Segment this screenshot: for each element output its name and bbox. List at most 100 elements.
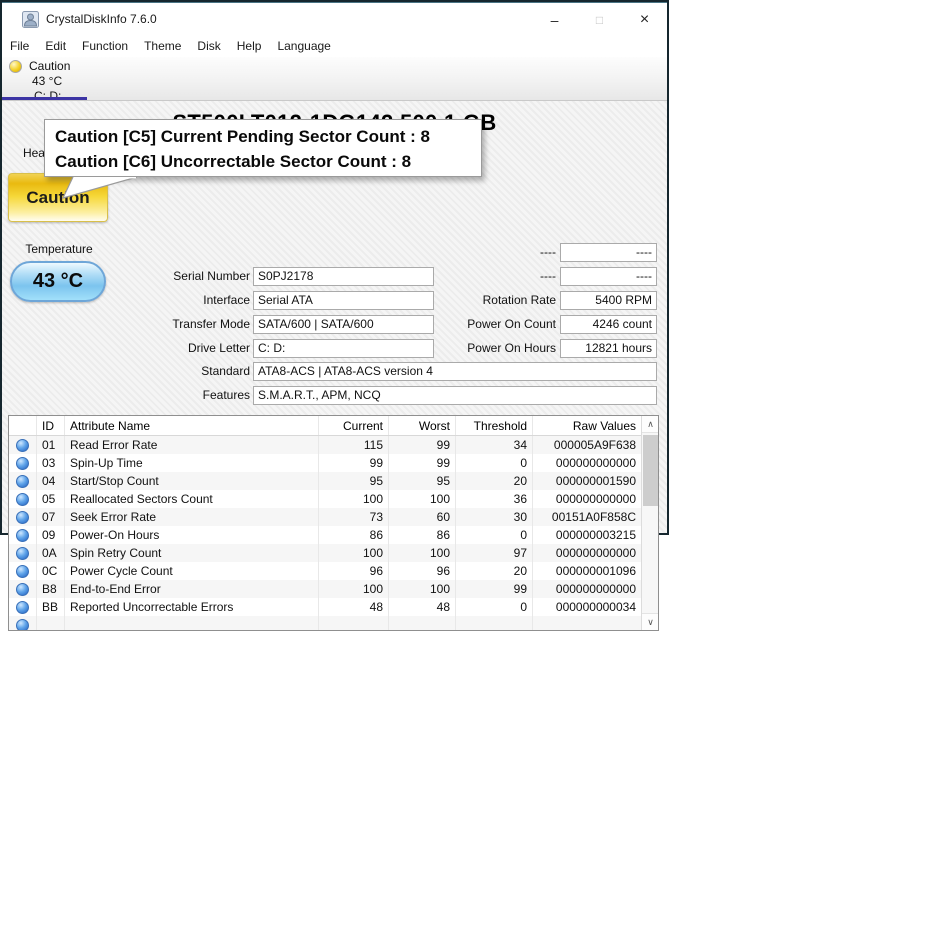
id-column-header: ID [37, 416, 65, 435]
attribute-threshold: 36 [456, 490, 533, 508]
raw-values-column-header: Raw Values [533, 416, 641, 435]
scrollbar-thumb[interactable] [643, 435, 658, 506]
attribute-threshold: 0 [456, 598, 533, 616]
attribute-current: 73 [319, 508, 389, 526]
status-cell [9, 436, 37, 454]
attribute-raw: 000000000034 [533, 598, 641, 616]
table-row[interactable]: 07 Seek Error Rate 73 60 30 00151A0F858C [9, 508, 641, 526]
minimize-button[interactable]: – [532, 12, 577, 28]
maximize-button[interactable]: □ [577, 13, 622, 27]
status-orb-icon [16, 619, 29, 631]
attribute-current: 99 [319, 454, 389, 472]
table-row[interactable]: 0C Power Cycle Count 96 96 20 0000000010… [9, 562, 641, 580]
table-scrollbar[interactable]: ∧ ∨ [641, 416, 658, 630]
status-cell [9, 526, 37, 544]
table-row[interactable]: B8 End-to-End Error 100 100 99 000000000… [9, 580, 641, 598]
status-cell [9, 508, 37, 526]
interface-label: Interface [102, 291, 250, 310]
drive-temperature-text: 43 °C [32, 74, 62, 88]
menu-edit[interactable]: Edit [45, 37, 74, 55]
tooltip-line-2: Caution [C6] Uncorrectable Sector Count … [55, 149, 471, 174]
attribute-worst: 100 [389, 490, 456, 508]
power-on-hours-label: Power On Hours [432, 339, 556, 358]
scroll-down-icon[interactable]: ∨ [642, 613, 659, 630]
attribute-raw: 00151A0F858C [533, 508, 641, 526]
attribute-worst [389, 616, 456, 630]
attribute-threshold: 20 [456, 472, 533, 490]
attribute-raw: 000005A9F638 [533, 436, 641, 454]
attribute-threshold: 99 [456, 580, 533, 598]
dash-row-2-label: ---- [432, 267, 556, 286]
attribute-threshold: 34 [456, 436, 533, 454]
menu-function[interactable]: Function [82, 37, 136, 55]
desktop: CrystalDiskInfo 7.6.0 – □ × File Edit Fu… [0, 0, 951, 951]
close-button[interactable]: × [622, 11, 667, 29]
attribute-current: 86 [319, 526, 389, 544]
dash-row-2-value: ---- [560, 267, 657, 286]
scroll-up-icon[interactable]: ∧ [642, 416, 659, 433]
features-label: Features [102, 386, 250, 405]
table-row[interactable]: 01 Read Error Rate 115 99 34 000005A9F63… [9, 436, 641, 454]
features-value: S.M.A.R.T., APM, NCQ [253, 386, 657, 405]
attribute-threshold [456, 616, 533, 630]
status-orb-icon [16, 439, 29, 452]
attribute-raw: 000000001096 [533, 562, 641, 580]
attribute-raw: 000000000000 [533, 454, 641, 472]
attribute-current: 100 [319, 580, 389, 598]
table-row[interactable]: 0A Spin Retry Count 100 100 97 000000000… [9, 544, 641, 562]
crystaldiskinfo-window: CrystalDiskInfo 7.6.0 – □ × File Edit Fu… [0, 0, 669, 535]
status-cell [9, 598, 37, 616]
attribute-id: 01 [37, 436, 65, 454]
attribute-current: 100 [319, 544, 389, 562]
attribute-raw: 000000000000 [533, 490, 641, 508]
attribute-name: Power-On Hours [65, 526, 319, 544]
attribute-threshold: 30 [456, 508, 533, 526]
attribute-current [319, 616, 389, 630]
status-orb-icon [16, 475, 29, 488]
menu-help[interactable]: Help [237, 37, 270, 55]
attribute-id: 05 [37, 490, 65, 508]
attribute-id: 04 [37, 472, 65, 490]
table-row[interactable]: 03 Spin-Up Time 99 99 0 000000000000 [9, 454, 641, 472]
tooltip-line-1: Caution [C5] Current Pending Sector Coun… [55, 124, 471, 149]
rotation-rate-value: 5400 RPM [560, 291, 657, 310]
power-on-count-value: 4246 count [560, 315, 657, 334]
menu-file[interactable]: File [10, 37, 37, 55]
menu-language[interactable]: Language [277, 37, 338, 55]
attribute-id: 03 [37, 454, 65, 472]
menu-theme[interactable]: Theme [144, 37, 189, 55]
table-row[interactable]: 04 Start/Stop Count 95 95 20 00000000159… [9, 472, 641, 490]
table-row[interactable]: 09 Power-On Hours 86 86 0 000000003215 [9, 526, 641, 544]
serial-number-label: Serial Number [102, 267, 250, 286]
status-cell [9, 490, 37, 508]
attribute-id: 07 [37, 508, 65, 526]
temperature-button[interactable]: 43 °C [10, 261, 106, 302]
attribute-worst: 86 [389, 526, 456, 544]
drive-selected-indicator [2, 97, 87, 100]
window-title: CrystalDiskInfo 7.6.0 [46, 12, 157, 26]
attribute-current: 96 [319, 562, 389, 580]
tooltip-tail [57, 177, 147, 199]
status-orb-icon [16, 547, 29, 560]
attribute-id: 0A [37, 544, 65, 562]
worst-column-header: Worst [389, 416, 456, 435]
attribute-name [65, 616, 319, 630]
status-orb-icon [16, 583, 29, 596]
rotation-rate-label: Rotation Rate [432, 291, 556, 310]
attribute-threshold: 20 [456, 562, 533, 580]
temperature-label: Temperature [2, 242, 116, 256]
drive-selector[interactable]: Caution 43 °C C: D: [2, 57, 667, 101]
status-orb-icon [16, 601, 29, 614]
attribute-worst: 95 [389, 472, 456, 490]
attribute-threshold: 0 [456, 526, 533, 544]
interface-value: Serial ATA [253, 291, 434, 310]
attribute-name: Power Cycle Count [65, 562, 319, 580]
attribute-worst: 99 [389, 436, 456, 454]
dash-row-1-value: ---- [560, 243, 657, 262]
table-row[interactable] [9, 616, 641, 630]
standard-label: Standard [102, 362, 250, 381]
table-row[interactable]: 05 Reallocated Sectors Count 100 100 36 … [9, 490, 641, 508]
status-cell [9, 544, 37, 562]
table-row[interactable]: BB Reported Uncorrectable Errors 48 48 0… [9, 598, 641, 616]
menu-disk[interactable]: Disk [197, 37, 228, 55]
